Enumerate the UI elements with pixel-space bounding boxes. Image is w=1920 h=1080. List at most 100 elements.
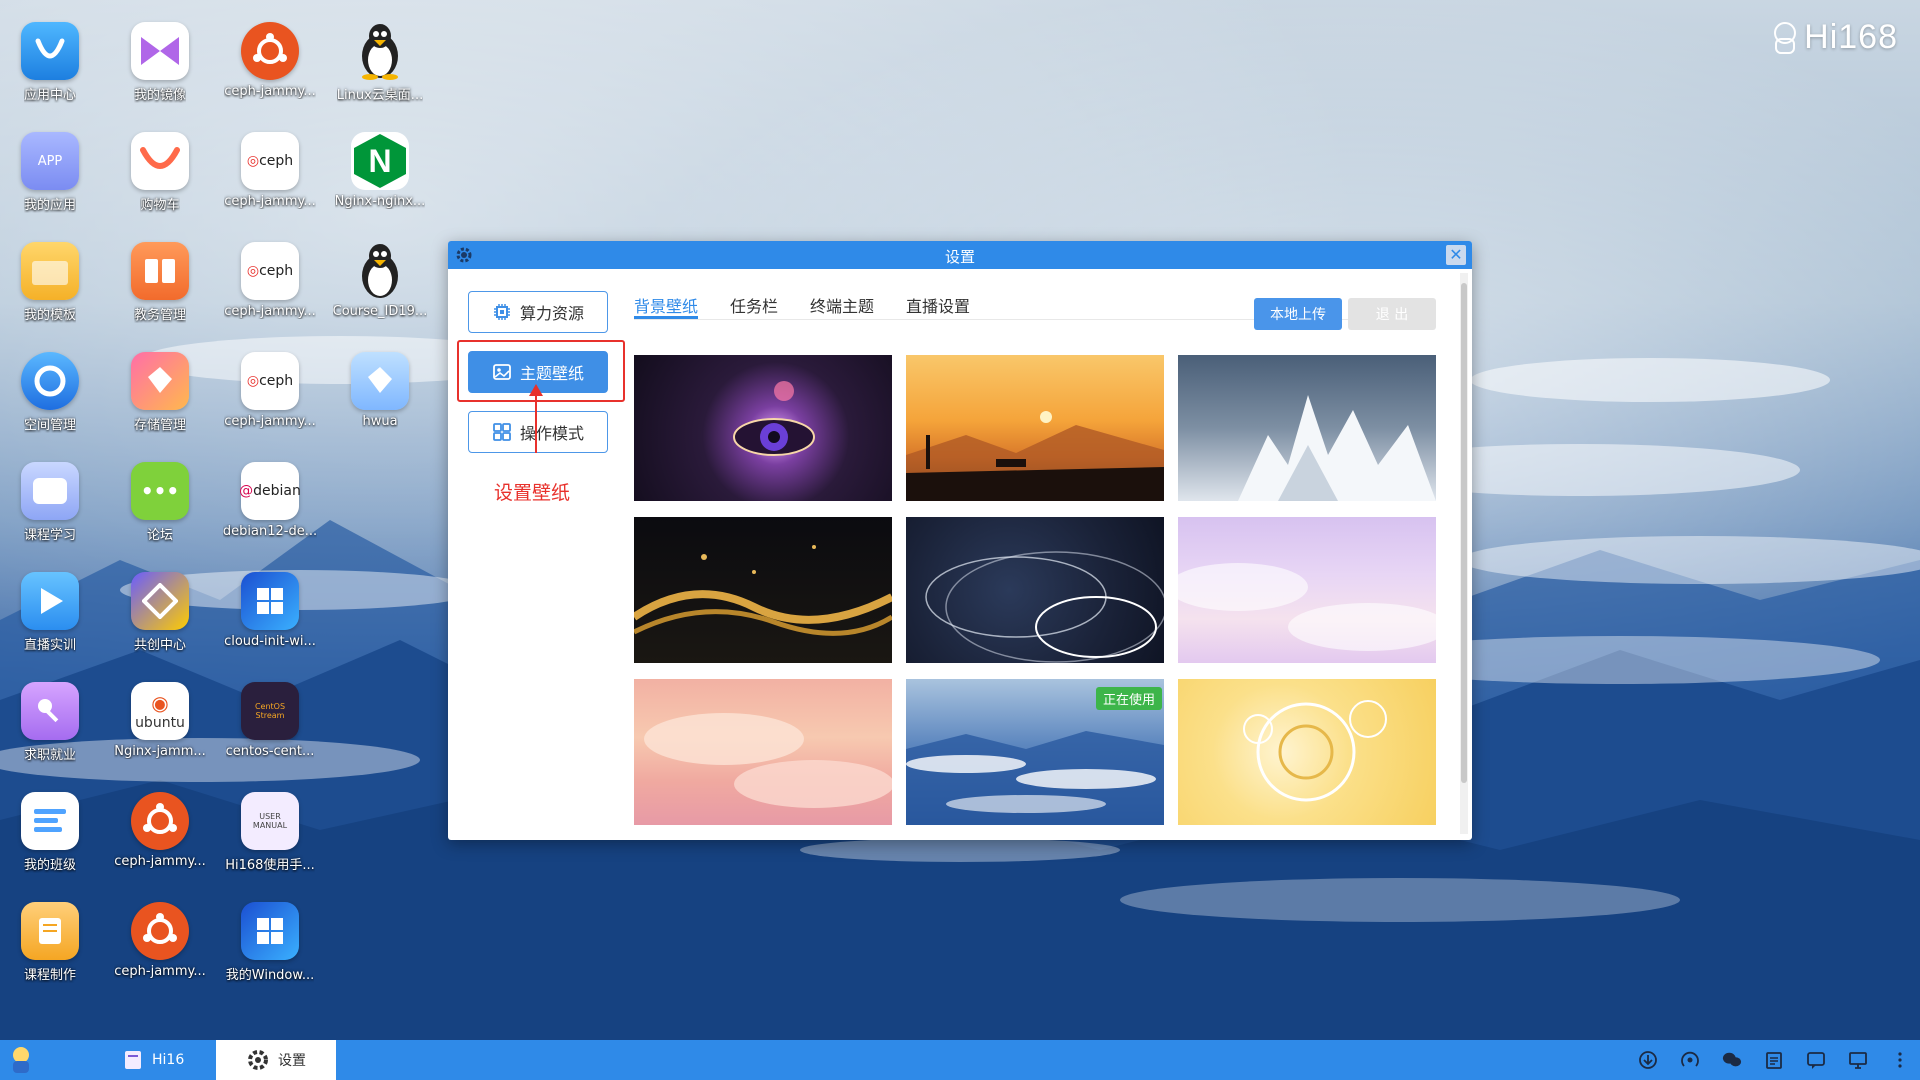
desktop-icon-nginx[interactable]: N Nginx-nginx...	[330, 132, 430, 232]
centos-icon: CentOS Stream	[241, 682, 299, 740]
desktop-icon-debian[interactable]: @ debian debian12-de...	[220, 462, 320, 562]
desktop-icon-ceph-jammy-6[interactable]: ceph-jammy...	[110, 902, 210, 1002]
app-center-icon	[21, 22, 79, 80]
desktop-icon-forum[interactable]: ••• 论坛	[110, 462, 210, 562]
wallpaper-ice-crystals[interactable]	[1178, 355, 1436, 501]
paint-bucket-icon	[351, 352, 409, 410]
taskbar-item-settings[interactable]: 设置	[216, 1040, 336, 1080]
broadcast-icon[interactable]	[1680, 1050, 1700, 1070]
desktop-icon-linux-desktop[interactable]: Linux云桌面...	[330, 22, 430, 122]
ubuntu-icon	[241, 22, 299, 80]
wallpaper-gold-waves[interactable]	[634, 517, 892, 663]
desktop-icon-user-manual[interactable]: USER MANUAL Hi168使用手...	[220, 792, 320, 892]
desktop-icon-live-training[interactable]: 直播实训	[0, 572, 100, 672]
card-icon	[21, 462, 79, 520]
desktop-icon-ceph-jammy-3[interactable]: ◎ ceph ceph-jammy...	[220, 242, 320, 342]
ceph-icon: ◎ ceph	[241, 242, 299, 300]
tux-penguin-icon	[351, 242, 409, 300]
wallpaper-galaxy-eye[interactable]	[634, 355, 892, 501]
scrollbar[interactable]	[1460, 273, 1468, 834]
taskbar-item-hi168[interactable]: Hi16	[118, 1040, 188, 1080]
desktop-icon-nginx-jammy[interactable]: ◉ ubuntu Nginx-jamm...	[110, 682, 210, 782]
windows-icon	[241, 572, 299, 630]
ceph-icon: ◎ ceph	[241, 352, 299, 410]
manual-book-icon: USER MANUAL	[241, 792, 299, 850]
tux-penguin-icon	[351, 22, 409, 80]
desktop-icon-centos[interactable]: CentOS Stream centos-cent...	[220, 682, 320, 782]
exit-button[interactable]: 退 出	[1348, 298, 1436, 330]
wallpaper-pastel-clouds[interactable]	[1178, 517, 1436, 663]
grid-icon	[493, 423, 511, 441]
tab-taskbar[interactable]: 任务栏	[730, 293, 778, 317]
download-icon[interactable]	[1638, 1050, 1658, 1070]
start-mascot-icon[interactable]	[8, 1040, 34, 1080]
book-icon	[131, 242, 189, 300]
desktop-icon-my-images[interactable]: 我的镜像	[110, 22, 210, 122]
more-icon[interactable]	[1890, 1050, 1910, 1070]
desktop-icon-space-mgmt[interactable]: 空间管理	[0, 352, 100, 452]
desktop-icon-my-apps[interactable]: APP 我的应用	[0, 132, 100, 232]
desktop-icon-course[interactable]: Course_ID19...	[330, 242, 430, 342]
desktop-icon-cloud-init[interactable]: cloud-init-wi...	[220, 572, 320, 672]
monitor-icon[interactable]	[1848, 1050, 1868, 1070]
document-icon	[21, 902, 79, 960]
brand-text: Hi168	[1804, 18, 1898, 56]
desktop-icon-course-making[interactable]: 课程制作	[0, 902, 100, 1002]
desktop-icon-course-study[interactable]: 课程学习	[0, 462, 100, 562]
desktop-icon-ceph-jammy-2[interactable]: ◎ ceph ceph-jammy...	[220, 132, 320, 232]
folder-icon	[21, 242, 79, 300]
message-icon[interactable]	[1806, 1050, 1826, 1070]
desktop-icon-my-class[interactable]: 我的班级	[0, 792, 100, 892]
sidebar-item-compute[interactable]: 算力资源	[468, 291, 608, 333]
nginx-icon: N	[351, 132, 409, 190]
wallpaper-desert-sunset[interactable]	[906, 355, 1164, 501]
paint-bucket-icon	[131, 352, 189, 410]
desktop-icon-my-templates[interactable]: 我的模板	[0, 242, 100, 342]
close-icon[interactable]: ✕	[1446, 245, 1466, 265]
annotation-label: 设置壁纸	[494, 482, 571, 504]
wallpaper-light-trails[interactable]	[906, 517, 1164, 663]
diamond-icon	[131, 572, 189, 630]
desktop-icon-hwua[interactable]: hwua	[330, 352, 430, 452]
desktop-icon-ceph-jammy-1[interactable]: ceph-jammy...	[220, 22, 320, 122]
desktop-icon-jobs[interactable]: 求职就业	[0, 682, 100, 782]
windows-icon	[241, 902, 299, 960]
wallpaper-yellow-gears[interactable]	[1178, 679, 1436, 825]
system-tray	[1638, 1040, 1910, 1080]
ubuntu-logo-icon: ◉ ubuntu	[131, 682, 189, 740]
svg-text:N: N	[368, 143, 391, 179]
taskbar: Hi16 设置	[0, 1040, 1920, 1080]
wallpaper-blue-sea-of-clouds[interactable]: 正在使用	[906, 679, 1164, 825]
ceph-icon: ◎ ceph	[241, 132, 299, 190]
desktop-icon-cart[interactable]: 购物车	[110, 132, 210, 232]
tab-terminal-theme[interactable]: 终端主题	[810, 293, 874, 317]
local-upload-button[interactable]: 本地上传	[1254, 298, 1342, 330]
desktop-icon-ceph-jammy-4[interactable]: ◎ ceph ceph-jammy...	[220, 352, 320, 452]
scrollbar-thumb[interactable]	[1461, 283, 1467, 783]
smile-cart-icon	[131, 132, 189, 190]
desktop-icon-co-creation[interactable]: 共创中心	[110, 572, 210, 672]
list-icon	[21, 792, 79, 850]
key-icon	[21, 682, 79, 740]
ubuntu-icon	[131, 902, 189, 960]
wechat-icon[interactable]	[1722, 1050, 1742, 1070]
tab-background-wallpaper[interactable]: 背景壁纸	[634, 293, 698, 317]
gear-icon	[248, 1050, 268, 1070]
desktop-icon-ceph-jammy-5[interactable]: ceph-jammy...	[110, 792, 210, 892]
active-tab-underline	[634, 316, 698, 319]
desktop-icon-app-center[interactable]: 应用中心	[0, 22, 100, 122]
wallpaper-pink-clouds[interactable]	[634, 679, 892, 825]
window-title: 设置	[944, 248, 975, 266]
annotation-arrow	[535, 391, 537, 453]
settings-window: 设置 ✕ 算力资源 主题壁纸 操作模式 设置壁纸 背景壁纸 任务栏 终端主题 直…	[448, 241, 1472, 840]
ring-icon	[21, 352, 79, 410]
chat-bubble-icon: •••	[131, 462, 189, 520]
title-bar[interactable]: 设置 ✕	[448, 241, 1472, 269]
play-icon	[21, 572, 79, 630]
sidebar-item-operation-mode[interactable]: 操作模式	[468, 411, 608, 453]
desktop-icon-storage-mgmt[interactable]: 存储管理	[110, 352, 210, 452]
desktop-icon-my-windows[interactable]: 我的Window...	[220, 902, 320, 1002]
desktop-icon-academic-admin[interactable]: 教务管理	[110, 242, 210, 342]
tab-live-settings[interactable]: 直播设置	[906, 293, 970, 317]
clipboard-icon[interactable]	[1764, 1050, 1784, 1070]
